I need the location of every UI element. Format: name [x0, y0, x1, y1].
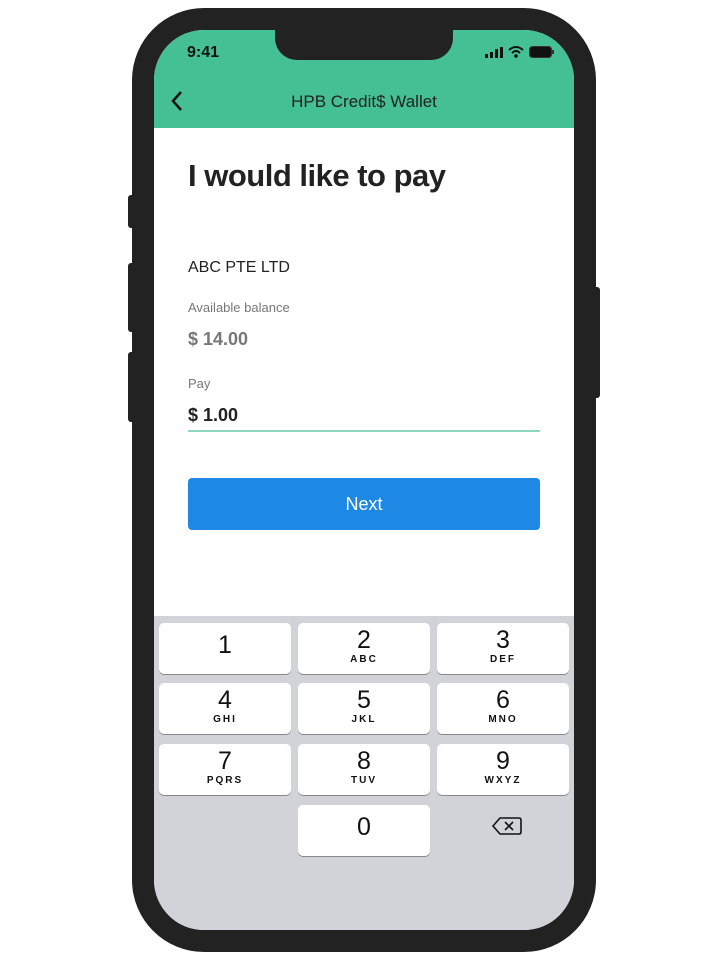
- key-digit: 1: [218, 631, 232, 659]
- key-letters: DEF: [490, 654, 516, 665]
- pay-label: Pay: [188, 376, 211, 391]
- balance-value: $ 14.00: [188, 329, 249, 349]
- power-button: [592, 287, 600, 398]
- key-3[interactable]: 3 DEF: [437, 623, 569, 674]
- notch: [275, 30, 453, 60]
- status-icons: [485, 46, 554, 58]
- key-digit: 2: [357, 626, 371, 654]
- key-letters: WXYZ: [484, 775, 522, 786]
- key-6[interactable]: 6 MNO: [437, 683, 569, 734]
- key-8[interactable]: 8 TUV: [298, 744, 430, 795]
- key-digit: 5: [357, 686, 371, 714]
- battery-icon: [529, 46, 554, 58]
- balance-label: Available balance: [188, 300, 290, 315]
- key-letters: TUV: [351, 775, 377, 786]
- numeric-keypad: 1 2 ABC 3 DEF 4 GHI 5 JKL 6 MNO 7 PQRS 8 TUV 9 WXYZ 0: [154, 616, 574, 930]
- header-title: HPB Credit$ Wallet: [291, 92, 437, 111]
- volume-down-button: [128, 352, 136, 422]
- key-digit: 0: [357, 813, 371, 841]
- app-header: 9:41 HPB Credit$ Wallet: [154, 30, 574, 128]
- key-letters: PQRS: [206, 775, 244, 786]
- key-letters: MNO: [488, 714, 518, 725]
- backspace-icon[interactable]: [491, 816, 523, 836]
- key-0[interactable]: 0: [298, 805, 430, 856]
- phone-screen: 9:41 HPB Credit$ Wallet I would like to …: [154, 30, 574, 930]
- key-7[interactable]: 7 PQRS: [159, 744, 291, 795]
- key-9[interactable]: 9 WXYZ: [437, 744, 569, 795]
- key-4[interactable]: 4 GHI: [159, 683, 291, 734]
- key-digit: 9: [496, 747, 510, 775]
- key-digit: 3: [496, 626, 510, 654]
- key-digit: 8: [357, 747, 371, 775]
- key-1[interactable]: 1: [159, 623, 291, 674]
- signal-icon: [485, 46, 503, 58]
- key-2[interactable]: 2 ABC: [298, 623, 430, 674]
- volume-up-button: [128, 263, 136, 332]
- pay-amount-input[interactable]: $ 1.00: [188, 405, 540, 432]
- key-letters: ABC: [350, 654, 378, 665]
- next-button[interactable]: Next: [188, 478, 540, 530]
- page-title: I would like to pay: [188, 158, 446, 193]
- key-digit: 7: [218, 747, 232, 775]
- merchant-name: ABC PTE LTD: [188, 259, 290, 276]
- wifi-icon: [508, 46, 524, 58]
- status-time: 9:41: [187, 44, 220, 61]
- key-digit: 6: [496, 686, 510, 714]
- key-5[interactable]: 5 JKL: [298, 683, 430, 734]
- mute-switch: [128, 195, 136, 228]
- key-letters: JKL: [351, 714, 377, 725]
- key-digit: 4: [218, 686, 232, 714]
- key-letters: GHI: [213, 714, 237, 725]
